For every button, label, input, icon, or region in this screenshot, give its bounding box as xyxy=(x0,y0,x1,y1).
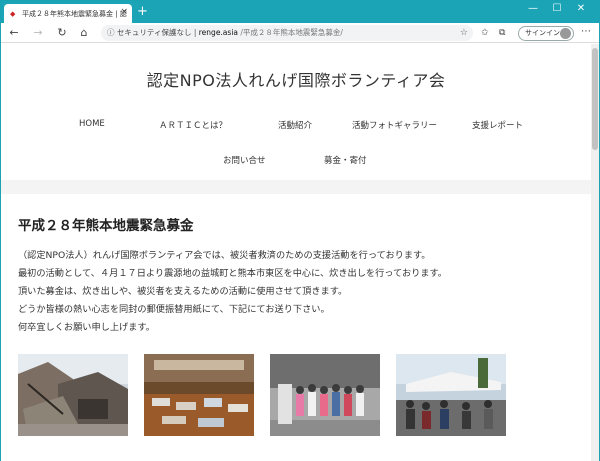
photo-volunteer-group[interactable] xyxy=(270,354,380,436)
favorites-icon[interactable]: ✩ xyxy=(481,26,489,40)
nav-artic[interactable]: ＡＲＴＩＣとは？ xyxy=(159,119,227,131)
web-page: 認定NPO法人れんげ国際ボランティア会 HOME ＡＲＴＩＣとは？ 活動紹介 ⌄ … xyxy=(1,44,591,461)
reload-icon[interactable]: ↻ xyxy=(55,25,69,41)
close-tab-icon[interactable]: × xyxy=(120,7,128,17)
post-paragraph: （認定NPO法人）れんげ国際ボランティア会では、被災者救済のための支援活動を行っ… xyxy=(18,250,431,261)
page-favicon-icon: ◆ xyxy=(10,9,16,18)
nav-home[interactable]: HOME xyxy=(79,119,105,129)
collections-icon[interactable]: ⧉ xyxy=(499,26,505,40)
address-path: /平成２８年熊本地震緊急募金/ xyxy=(240,28,343,37)
new-tab-button[interactable]: + xyxy=(137,4,148,20)
photo-row xyxy=(18,354,578,436)
chevron-down-icon: ⌄ xyxy=(281,119,287,127)
sign-in-label: サインイン xyxy=(525,29,560,37)
sub-nav: お問い合せ 募金・寄付 xyxy=(1,154,591,168)
close-window-icon[interactable]: ✕ xyxy=(573,3,589,14)
page-scrollbar[interactable] xyxy=(591,44,599,461)
header-separator-band xyxy=(1,180,591,194)
nav-donation[interactable]: 募金・寄付 xyxy=(324,154,367,166)
tab-bar: ◆ 平成２８年熊本地震緊急募金 | 認 × + — ☐ ✕ xyxy=(1,1,599,23)
forward-icon[interactable]: → xyxy=(31,25,45,41)
post-paragraph: 何卒宜しくお願い申し上げます。 xyxy=(18,322,155,333)
nav-reports[interactable]: 支援レポート xyxy=(472,119,523,131)
minimize-icon[interactable]: — xyxy=(525,3,541,14)
address-bar[interactable]: ⓘ セキュリティ保護なし | renge.asia /平成２８年熊本地震緊急募金… xyxy=(101,25,473,41)
home-icon[interactable]: ⌂ xyxy=(77,25,91,41)
scrollbar-thumb[interactable] xyxy=(592,48,598,150)
photo-collapsed-houses[interactable] xyxy=(18,354,128,436)
browser-window: ◆ 平成２８年熊本地震緊急募金 | 認 × + — ☐ ✕ ← → ↻ ⌂ ⓘ … xyxy=(0,0,600,461)
post-title: 平成２８年熊本地震緊急募金 xyxy=(18,218,194,234)
post-body: （認定NPO法人）れんげ国際ボランティア会では、被災者救済のための支援活動を行っ… xyxy=(18,247,578,337)
address-host: renge.asia xyxy=(198,28,238,37)
post-paragraph: どうか皆様の熱い心志を同封の郵便振替用紙にて、下記にてお送り下さい。 xyxy=(18,304,330,315)
sign-in-button[interactable]: サインイン xyxy=(518,26,574,41)
more-menu-icon[interactable]: ⋯ xyxy=(581,26,591,37)
browser-tab[interactable]: ◆ 平成２８年熊本地震緊急募金 | 認 × xyxy=(4,4,132,23)
avatar-icon xyxy=(560,28,571,39)
maximize-icon[interactable]: ☐ xyxy=(549,3,565,14)
nav-photo-gallery-label: 活動フォトギャラリー xyxy=(352,121,438,131)
browser-toolbar: ← → ↻ ⌂ ⓘ セキュリティ保護なし | renge.asia /平成２８年… xyxy=(1,23,599,43)
photo-tent-kitchen[interactable] xyxy=(396,354,506,436)
photo-evacuation-gym[interactable] xyxy=(144,354,254,436)
post-paragraph: 最初の活動として、４月１７日より震源地の益城町と熊本市東区を中心に、炊き出しを行… xyxy=(18,268,447,279)
security-label: セキュリティ保護なし xyxy=(116,28,192,37)
tab-title: 平成２８年熊本地震緊急募金 | 認 xyxy=(22,9,127,18)
site-title[interactable]: 認定NPO法人れんげ国際ボランティア会 xyxy=(1,67,591,91)
main-nav: HOME ＡＲＴＩＣとは？ 活動紹介 ⌄ 活動フォトギャラリー ⌄ 支援レポート xyxy=(1,119,591,133)
chevron-down-icon: ⌄ xyxy=(355,119,361,127)
back-icon[interactable]: ← xyxy=(7,25,21,41)
favorite-star-icon[interactable]: ☆ xyxy=(460,25,468,41)
post-paragraph: 頂いた募金は、炊き出しや、被災者を支えるための活動に使用させて頂きます。 xyxy=(18,286,348,297)
nav-contact[interactable]: お問い合せ xyxy=(223,154,266,166)
info-icon: ⓘ xyxy=(107,28,117,37)
